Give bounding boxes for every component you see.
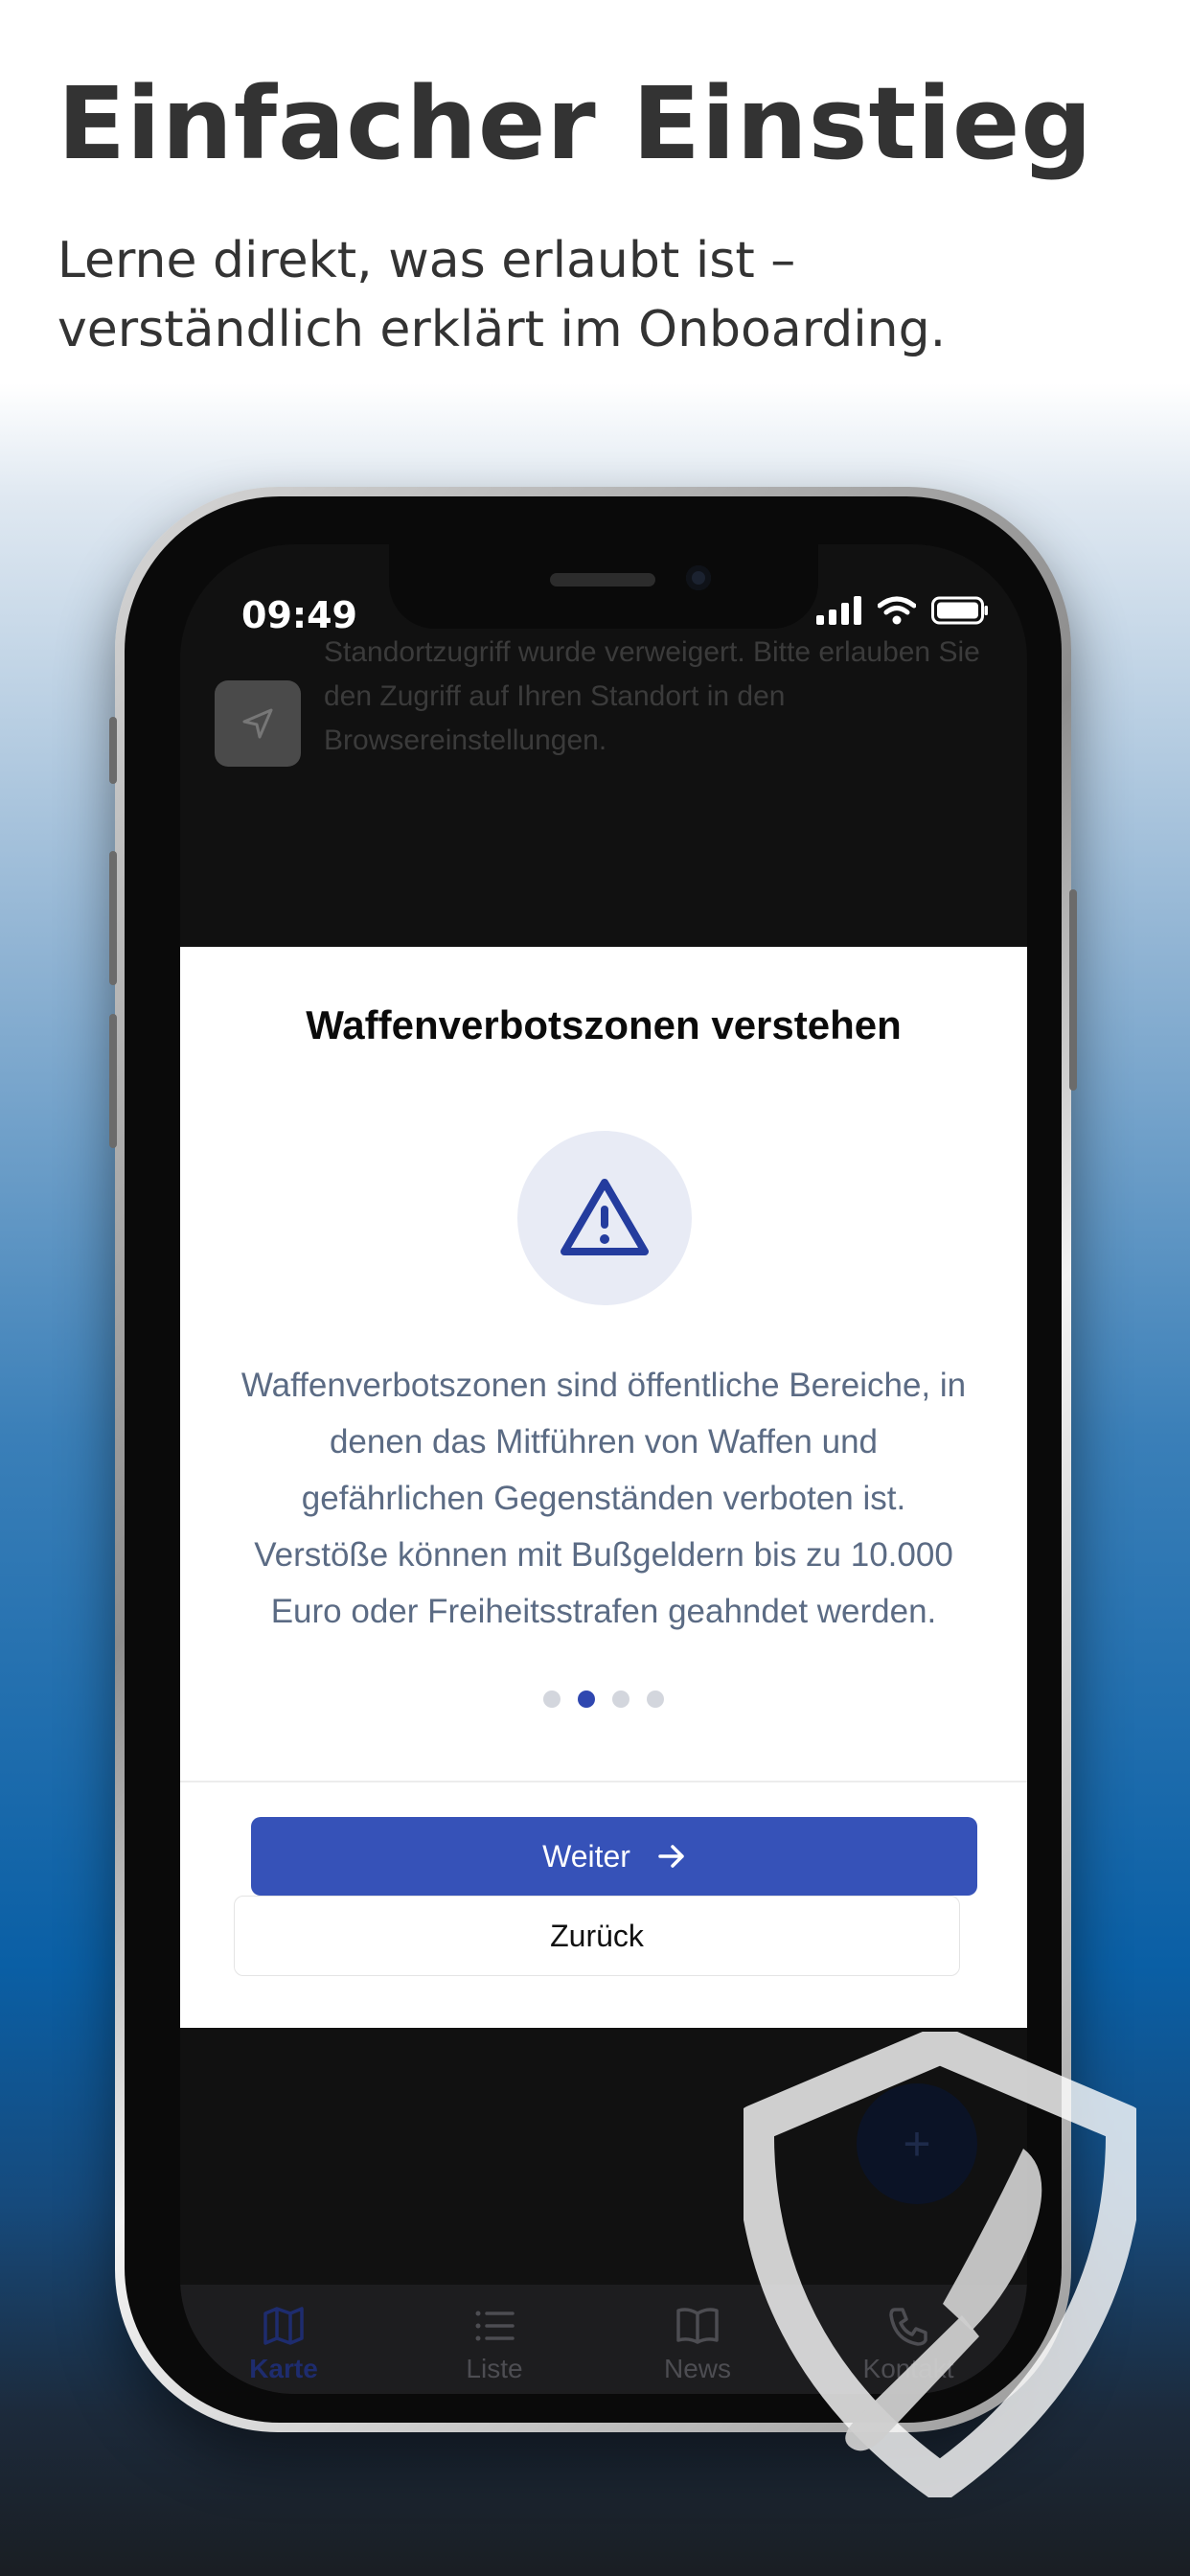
back-button[interactable]: Zurück	[234, 1896, 960, 1976]
dialog-title: Waffenverbotszonen verstehen	[306, 1002, 902, 1047]
next-button-label: Weiter	[542, 1838, 630, 1874]
front-camera	[686, 565, 711, 590]
map-icon	[263, 2307, 304, 2345]
status-time: 09:49	[241, 594, 357, 636]
list-icon	[475, 2311, 515, 2341]
pagination-dots	[180, 1690, 1027, 1708]
shield-knife-icon	[744, 2032, 1136, 2497]
speaker-grille	[550, 573, 655, 586]
warning-triangle-icon	[561, 1179, 649, 1255]
promo-headline: Einfacher Einstieg	[57, 65, 1093, 182]
tab-karte[interactable]: Karte	[197, 2306, 370, 2384]
promo-subline: Lerne direkt, was erlaubt ist – verständ…	[57, 232, 947, 358]
next-button[interactable]: Weiter	[251, 1817, 977, 1896]
navigation-arrow-icon	[215, 680, 301, 767]
book-icon	[676, 2308, 719, 2344]
pagination-dot	[543, 1690, 561, 1708]
battery-icon	[931, 596, 988, 625]
volume-down-button	[109, 1014, 117, 1148]
dialog-body: Waffenverbotszonen sind öffentliche Bere…	[240, 1367, 967, 1630]
warning-icon-badge	[517, 1131, 692, 1305]
dialog-divider	[180, 1781, 1027, 1782]
signal-icon	[816, 596, 861, 625]
power-button	[1069, 889, 1077, 1091]
volume-up-button	[109, 851, 117, 985]
pagination-dot	[612, 1690, 629, 1708]
tab-label: Karte	[249, 2354, 318, 2383]
back-button-label: Zurück	[550, 1918, 644, 1953]
tab-label: News	[663, 2354, 731, 2383]
toast-message: Standortzugriff wurde verweigert. Bitte …	[324, 636, 980, 756]
notch	[389, 544, 818, 629]
location-denied-toast: Standortzugriff wurde verweigert. Bitte …	[215, 631, 993, 774]
mute-switch	[109, 717, 117, 784]
pagination-dot	[647, 1690, 664, 1708]
tab-label: Liste	[466, 2354, 523, 2383]
status-icons	[816, 596, 989, 625]
arrow-right-icon	[658, 1845, 684, 1868]
pagination-dot-active	[578, 1690, 595, 1708]
tab-liste[interactable]: Liste	[408, 2306, 581, 2384]
onboarding-dialog: Waffenverbotszonen verstehen Waffenverbo…	[180, 947, 1027, 2028]
wifi-icon	[878, 596, 916, 625]
